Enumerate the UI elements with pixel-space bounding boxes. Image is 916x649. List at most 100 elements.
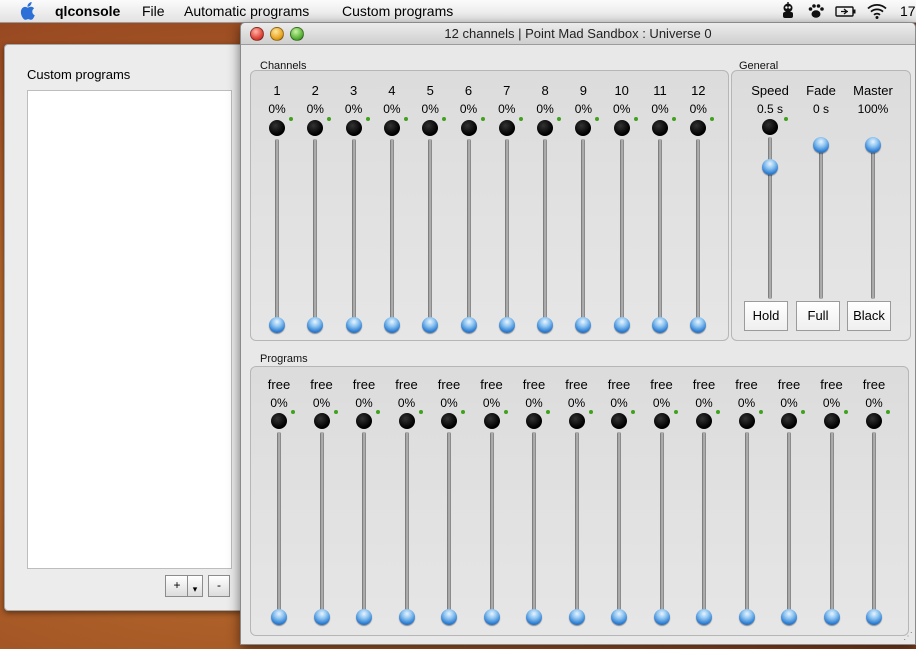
program-track[interactable] bbox=[319, 432, 324, 625]
program-flash-button[interactable] bbox=[271, 413, 287, 429]
channel-flash-button[interactable] bbox=[498, 120, 515, 136]
channel-track[interactable] bbox=[428, 139, 433, 333]
program-thumb[interactable] bbox=[271, 609, 287, 625]
channel-flash-button[interactable] bbox=[422, 120, 439, 136]
channel-flash-button[interactable] bbox=[690, 120, 707, 136]
program-thumb[interactable] bbox=[866, 609, 882, 625]
remove-program-button[interactable]: - bbox=[208, 575, 230, 597]
program-flash-button[interactable] bbox=[568, 413, 585, 429]
program-thumb[interactable] bbox=[611, 609, 627, 625]
channel-thumb[interactable] bbox=[422, 317, 439, 333]
program-thumb[interactable] bbox=[781, 609, 797, 625]
channel-thumb[interactable] bbox=[345, 317, 362, 333]
program-flash-button[interactable] bbox=[611, 413, 627, 429]
menu-file[interactable]: File bbox=[142, 3, 165, 19]
channel-track[interactable] bbox=[581, 139, 586, 333]
channel-thumb[interactable] bbox=[613, 317, 630, 333]
program-thumb[interactable] bbox=[568, 609, 585, 625]
program-track[interactable] bbox=[574, 432, 579, 625]
program-flash-button[interactable] bbox=[823, 413, 840, 429]
channel-track[interactable] bbox=[619, 139, 624, 333]
program-track[interactable] bbox=[404, 432, 409, 625]
program-track[interactable] bbox=[447, 432, 451, 625]
black-button[interactable]: Black bbox=[847, 301, 891, 331]
program-flash-button[interactable] bbox=[313, 413, 330, 429]
hold-button[interactable]: Hold bbox=[744, 301, 788, 331]
channel-track[interactable] bbox=[696, 139, 701, 333]
full-button[interactable]: Full bbox=[796, 301, 840, 331]
program-thumb[interactable] bbox=[398, 609, 415, 625]
program-track[interactable] bbox=[829, 432, 834, 625]
channel-thumb[interactable] bbox=[307, 317, 324, 333]
master-track[interactable] bbox=[871, 137, 875, 299]
program-track[interactable] bbox=[489, 432, 494, 625]
channel-thumb[interactable] bbox=[460, 317, 477, 333]
program-flash-button[interactable] bbox=[866, 413, 882, 429]
channel-track[interactable] bbox=[543, 139, 548, 333]
program-thumb[interactable] bbox=[696, 609, 712, 625]
program-track[interactable] bbox=[702, 432, 706, 625]
channel-flash-button[interactable] bbox=[383, 120, 400, 136]
program-track[interactable] bbox=[744, 432, 749, 625]
channel-flash-button[interactable] bbox=[537, 120, 554, 136]
paw-icon[interactable] bbox=[806, 2, 826, 20]
program-thumb[interactable] bbox=[823, 609, 840, 625]
channel-flash-button[interactable] bbox=[652, 120, 668, 136]
program-track[interactable] bbox=[617, 432, 621, 625]
program-thumb[interactable] bbox=[526, 609, 542, 625]
program-track[interactable] bbox=[277, 432, 281, 625]
program-flash-button[interactable] bbox=[398, 413, 415, 429]
channel-thumb[interactable] bbox=[652, 317, 668, 333]
program-flash-button[interactable] bbox=[356, 413, 372, 429]
channel-track[interactable] bbox=[389, 139, 394, 333]
window-titlebar[interactable]: 12 channels | Point Mad Sandbox : Univer… bbox=[241, 23, 915, 45]
program-track[interactable] bbox=[872, 432, 876, 625]
add-program-menu-button[interactable]: ▾ bbox=[187, 575, 203, 597]
channel-flash-button[interactable] bbox=[575, 120, 592, 136]
channel-flash-button[interactable] bbox=[345, 120, 362, 136]
apple-icon[interactable] bbox=[16, 2, 38, 20]
program-thumb[interactable] bbox=[738, 609, 755, 625]
program-flash-button[interactable] bbox=[738, 413, 755, 429]
channel-flash-button[interactable] bbox=[307, 120, 324, 136]
program-flash-button[interactable] bbox=[653, 413, 670, 429]
channel-track[interactable] bbox=[466, 139, 471, 333]
menu-app-name[interactable]: qlconsole bbox=[55, 3, 120, 19]
program-flash-button[interactable] bbox=[781, 413, 797, 429]
add-program-button[interactable]: + bbox=[165, 575, 189, 597]
channel-track[interactable] bbox=[351, 139, 356, 333]
program-thumb[interactable] bbox=[653, 609, 670, 625]
fade-thumb[interactable] bbox=[813, 137, 829, 153]
battery-icon[interactable] bbox=[834, 2, 858, 20]
program-flash-button[interactable] bbox=[526, 413, 542, 429]
resize-grip-icon[interactable]: ⋰ bbox=[903, 631, 913, 642]
channel-flash-button[interactable] bbox=[269, 120, 285, 136]
channel-thumb[interactable] bbox=[537, 317, 554, 333]
channel-track[interactable] bbox=[504, 139, 509, 333]
program-track[interactable] bbox=[659, 432, 664, 625]
channel-track[interactable] bbox=[658, 139, 662, 333]
wifi-icon[interactable] bbox=[866, 2, 888, 20]
menu-clock[interactable]: 17 bbox=[900, 3, 916, 19]
custom-programs-list[interactable] bbox=[27, 90, 232, 569]
channel-thumb[interactable] bbox=[575, 317, 592, 333]
channel-thumb[interactable] bbox=[383, 317, 400, 333]
program-flash-button[interactable] bbox=[696, 413, 712, 429]
channel-thumb[interactable] bbox=[690, 317, 707, 333]
speed-thumb[interactable] bbox=[762, 158, 778, 175]
menu-custom-programs[interactable]: Custom programs bbox=[342, 3, 453, 19]
channel-track[interactable] bbox=[275, 139, 279, 333]
program-flash-button[interactable] bbox=[441, 413, 457, 429]
program-track[interactable] bbox=[532, 432, 536, 625]
program-track[interactable] bbox=[787, 432, 791, 625]
program-track[interactable] bbox=[362, 432, 366, 625]
channel-thumb[interactable] bbox=[498, 317, 515, 333]
robot-icon[interactable] bbox=[778, 2, 798, 20]
channel-flash-button[interactable] bbox=[613, 120, 630, 136]
program-thumb[interactable] bbox=[441, 609, 457, 625]
menu-automatic-programs[interactable]: Automatic programs bbox=[184, 3, 309, 19]
fade-track[interactable] bbox=[819, 137, 823, 299]
program-thumb[interactable] bbox=[483, 609, 500, 625]
program-flash-button[interactable] bbox=[483, 413, 500, 429]
program-thumb[interactable] bbox=[313, 609, 330, 625]
